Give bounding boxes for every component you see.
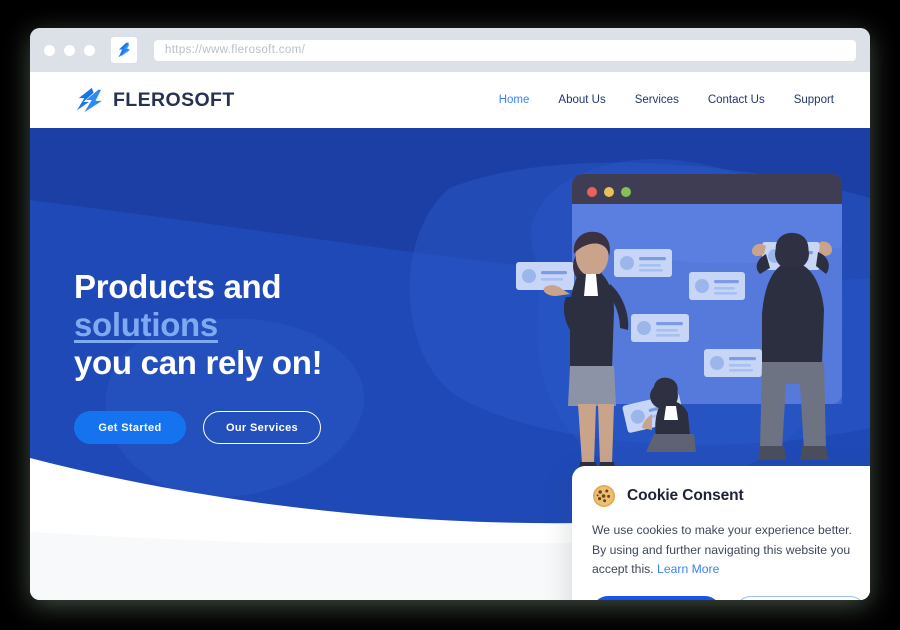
learn-more-link[interactable]: Learn More	[657, 562, 719, 576]
hero-cta-row: Get Started Our Services	[74, 411, 322, 444]
cookie-consent-header: Cookie Consent	[592, 484, 866, 508]
window-minimize-dot[interactable]	[64, 44, 75, 56]
cookie-consent-dialog: Cookie Consent We use cookies to make yo…	[572, 466, 870, 600]
accept-button[interactable]: Accept	[592, 595, 721, 600]
window-close-dot[interactable]	[44, 44, 55, 56]
browser-window: https://www.flerosoft.com/ FLEROSOFT Hom…	[30, 28, 870, 600]
address-bar[interactable]: https://www.flerosoft.com/	[154, 39, 856, 61]
favicon-icon	[111, 37, 137, 63]
window-controls	[44, 44, 95, 56]
brand-logo[interactable]: FLEROSOFT	[74, 87, 235, 113]
cookie-consent-body: We use cookies to make your experience b…	[592, 521, 866, 580]
hero-headline-line-3: you can rely on!	[74, 344, 323, 381]
nav-item-support[interactable]: Support	[794, 94, 834, 106]
hero-headline-line-1: Products and	[74, 268, 282, 305]
cookie-consent-title: Cookie Consent	[627, 487, 744, 504]
hero-headline: Products and solutions you can rely on!	[74, 268, 323, 382]
nav-item-contact-us[interactable]: Contact Us	[708, 94, 765, 106]
cookie-consent-text: We use cookies to make your experience b…	[592, 523, 852, 576]
decline-button[interactable]: Decline	[735, 595, 866, 600]
window-zoom-dot[interactable]	[84, 44, 95, 56]
site-header: FLEROSOFT Home About Us Services Contact…	[30, 72, 870, 128]
url-text: https://www.flerosoft.com/	[165, 44, 306, 56]
flerosoft-bolt-logo-icon	[76, 87, 102, 113]
our-services-button[interactable]: Our Services	[203, 411, 321, 444]
main-navigation: Home About Us Services Contact Us Suppor…	[499, 94, 834, 106]
page-viewport: FLEROSOFT Home About Us Services Contact…	[30, 72, 870, 600]
nav-item-home[interactable]: Home	[499, 94, 530, 106]
cookie-consent-actions: Accept Decline	[592, 595, 866, 600]
cookie-icon	[593, 485, 615, 507]
hero-headline-highlight: solutions	[74, 306, 218, 343]
nav-item-about-us[interactable]: About Us	[558, 94, 605, 106]
browser-chrome-bar: https://www.flerosoft.com/	[30, 28, 870, 72]
brand-name: FLEROSOFT	[113, 88, 235, 111]
hero-copy: Products and solutions you can rely on! …	[74, 268, 323, 444]
nav-item-services[interactable]: Services	[635, 94, 679, 106]
get-started-button[interactable]: Get Started	[74, 411, 186, 444]
screenshot-stage: https://www.flerosoft.com/ FLEROSOFT Hom…	[0, 0, 900, 630]
